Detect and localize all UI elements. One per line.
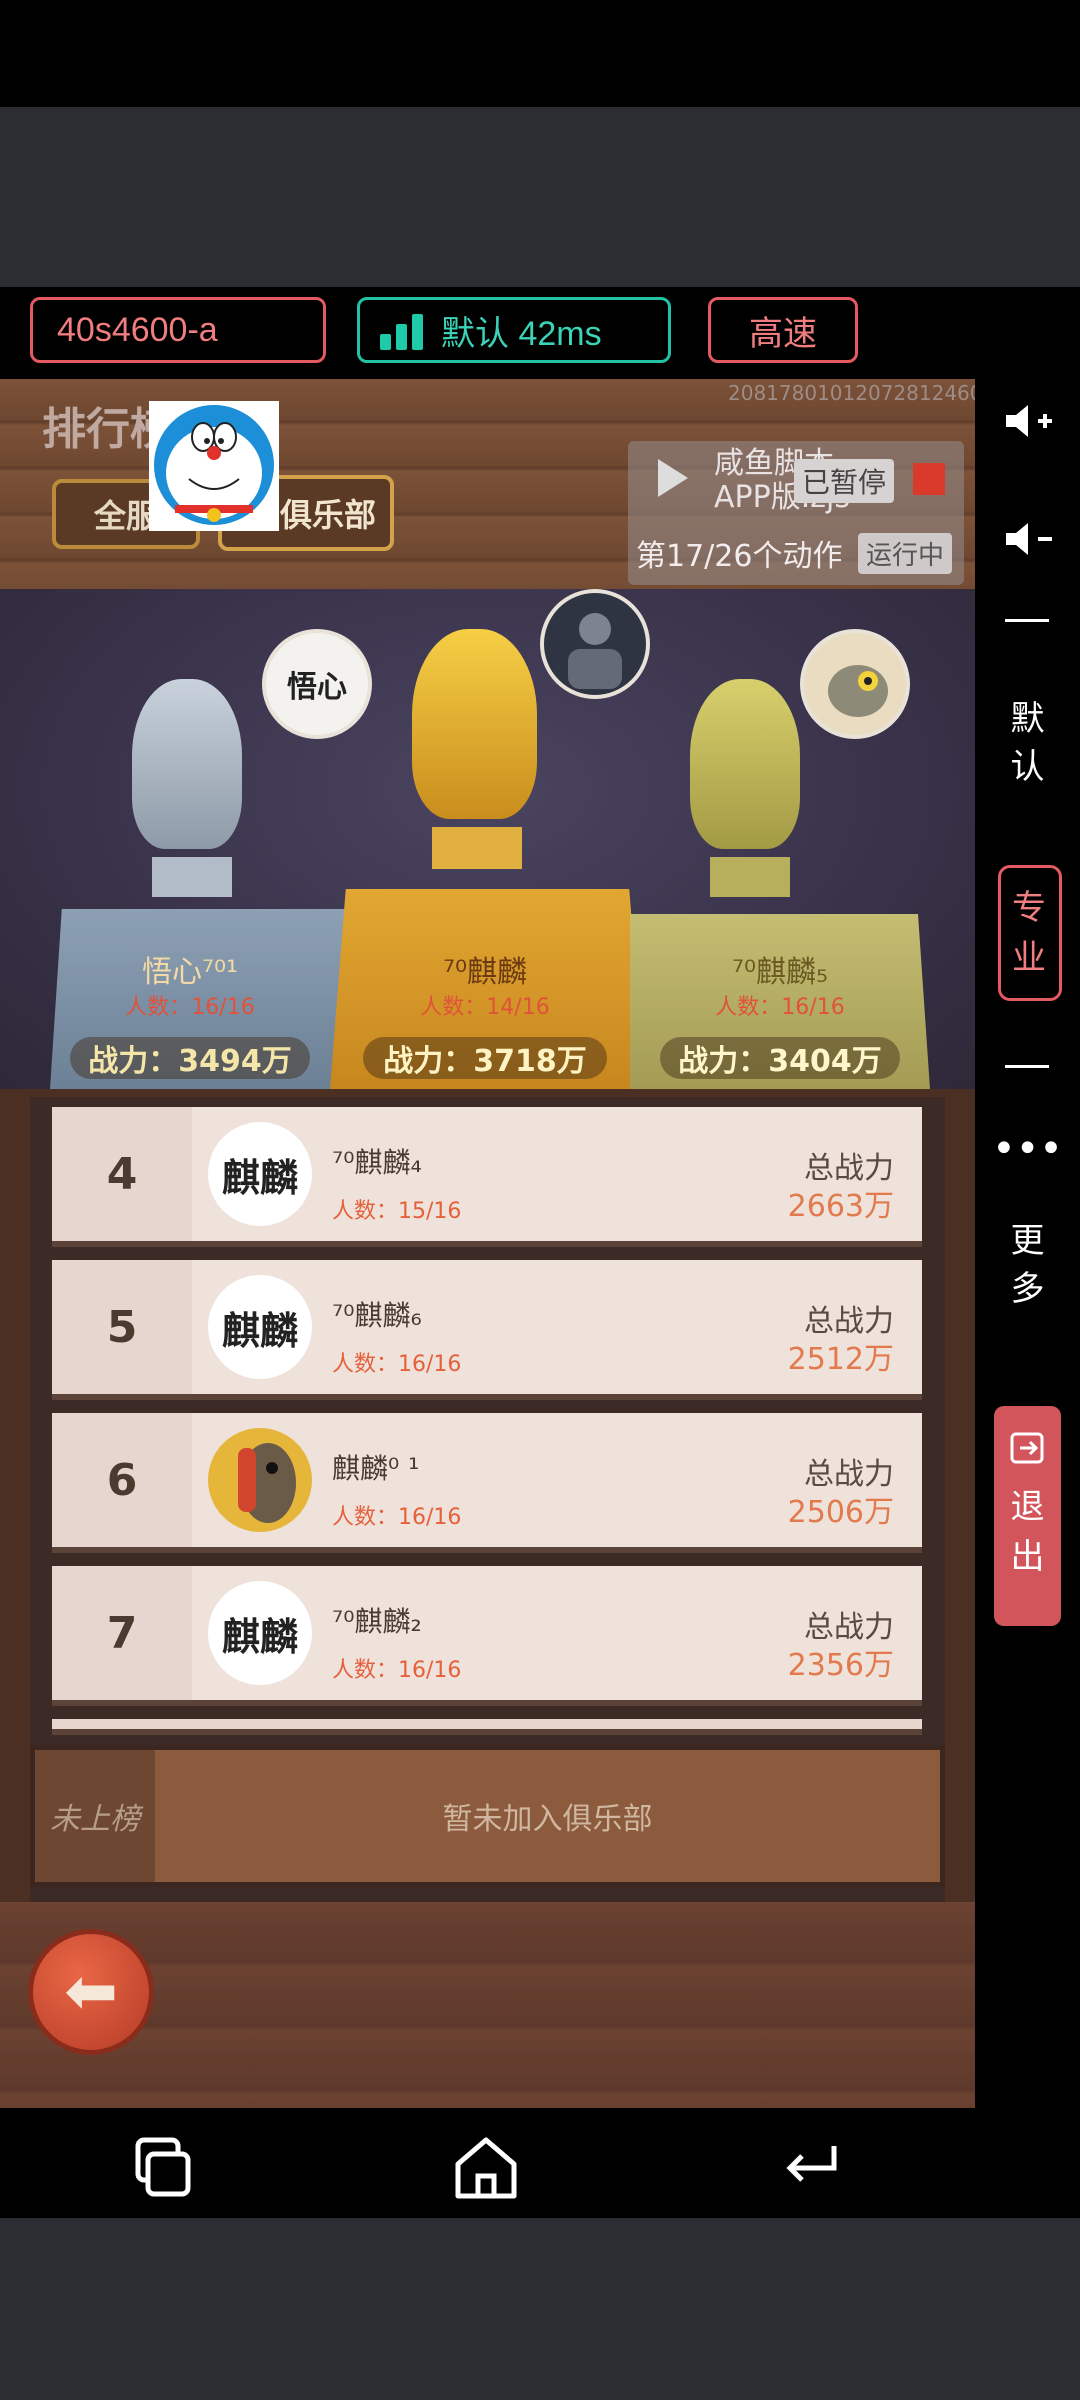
- statue-base-2: [152, 857, 232, 897]
- podium-name-2: 悟心⁷⁰¹: [141, 955, 239, 990]
- my-club-row[interactable]: 未上榜 暂未加入俱乐部: [30, 1745, 945, 1887]
- ranking-row-4[interactable]: 4 麒麟 ⁷⁰麒麟₄ 人数：15/16 总战力 2663万: [52, 1107, 922, 1247]
- silver-fish-statue: [132, 679, 242, 849]
- more-button[interactable]: 更多: [975, 1217, 1080, 1313]
- top-spacer: [0, 107, 1080, 287]
- divider: [1005, 619, 1049, 622]
- statue-base-1: [432, 827, 522, 869]
- total-power-value: 2663万: [787, 1189, 894, 1224]
- rank-number: 4: [52, 1107, 192, 1241]
- game-screen: 排行榜 20817801012072812460 全服 俱乐部 咸鱼脚本APP版…: [0, 379, 975, 2108]
- club-name: ⁷⁰麒麟₆: [332, 1299, 422, 1332]
- volume-up-button[interactable]: [975, 379, 1080, 439]
- running-badge: 运行中: [858, 533, 953, 574]
- network-button[interactable]: 默认 42ms: [357, 297, 671, 363]
- club-avatar[interactable]: [208, 1428, 312, 1532]
- recent-apps-icon: [135, 2137, 191, 2197]
- control-toolbar: 40s4600-a 默认 42ms 高速: [0, 287, 1080, 379]
- control-side-panel: 默认 专业 ••• 更多 退出: [975, 379, 1080, 2108]
- script-overlay: 咸鱼脚本APP版.zjs 已暂停 第17/26个动作 运行中: [628, 441, 964, 585]
- club-avatar[interactable]: 麒麟: [208, 1581, 312, 1685]
- play-icon[interactable]: [658, 459, 688, 497]
- podium-power-2: 战力：3494万: [70, 1037, 310, 1079]
- unranked-label: 未上榜: [35, 1750, 155, 1882]
- volume-down-icon: [1005, 523, 1052, 555]
- back-arrow-button[interactable]: ⬅: [28, 1929, 154, 2055]
- volume-up-icon: [1005, 405, 1052, 437]
- ranking-row-6[interactable]: 6 麒麟⁰ ¹ 人数：16/16 总战力 2506万: [52, 1413, 922, 1553]
- rank-number: 6: [52, 1413, 192, 1547]
- network-label: 默认 42ms: [441, 314, 602, 353]
- navigation-bar: [0, 2108, 1080, 2218]
- device-button[interactable]: 40s4600-a: [30, 297, 326, 363]
- club-name: ⁷⁰麒麟₂: [332, 1605, 422, 1638]
- stop-icon[interactable]: [913, 463, 945, 495]
- no-club-text: 暂未加入俱乐部: [442, 1802, 653, 1837]
- recent-apps-button[interactable]: [122, 2128, 202, 2208]
- signal-icon: [380, 310, 423, 350]
- statue-base-3: [710, 857, 790, 897]
- podium-count-1: 人数：14/16: [420, 995, 550, 1020]
- fish-avatar-icon: [238, 1443, 296, 1523]
- total-power-value: 2356万: [787, 1648, 894, 1683]
- podium-power-3: 战力：3404万: [660, 1037, 900, 1079]
- podium-count-2: 人数：16/16: [125, 995, 255, 1020]
- club-avatar[interactable]: 麒麟: [208, 1275, 312, 1379]
- default-mode-button[interactable]: 默认: [975, 695, 1080, 791]
- back-icon: [786, 2146, 837, 2182]
- more-label: 更多: [1010, 1221, 1045, 1309]
- podium-name-3: ⁷⁰麒麟₅: [731, 955, 829, 990]
- total-power-value: 2506万: [787, 1495, 894, 1530]
- fish-avatar-icon: [828, 665, 888, 717]
- back-button[interactable]: [772, 2128, 852, 2208]
- version-text: 20817801012072812460: [728, 381, 975, 405]
- person-photo-icon: [568, 613, 622, 689]
- podium-avatar-1[interactable]: [540, 589, 650, 699]
- member-count: 人数：16/16: [332, 1505, 462, 1530]
- ranking-row-7[interactable]: 7 麒麟 ⁷⁰麒麟₂ 人数：16/16 总战力 2356万: [52, 1566, 922, 1706]
- doraemon-avatar[interactable]: [149, 401, 279, 531]
- podium-name-1: ⁷⁰麒麟: [442, 955, 528, 990]
- member-count: 人数：16/16: [332, 1658, 462, 1683]
- status-bar: [0, 0, 1080, 107]
- bottom-spacer: [0, 2218, 1080, 2400]
- exit-label: 退出: [1010, 1487, 1045, 1577]
- podium-avatar-2[interactable]: 悟心: [262, 629, 372, 739]
- rank-number: 7: [52, 1566, 192, 1700]
- member-count: 人数：16/16: [332, 1352, 462, 1377]
- total-power-value: 2512万: [787, 1342, 894, 1377]
- back-arrow-icon: ⬅: [64, 1955, 118, 2029]
- volume-down-button[interactable]: [975, 497, 1080, 557]
- ranking-row-partial: [52, 1719, 922, 1735]
- speed-button[interactable]: 高速: [708, 297, 858, 363]
- gold-fish-statue: [412, 629, 537, 819]
- script-progress: 第17/26个动作: [636, 539, 843, 574]
- rank-number: 5: [52, 1260, 192, 1394]
- default-mode-label: 默认: [1010, 699, 1045, 787]
- exit-icon: [1010, 1432, 1043, 1464]
- ranking-row-5[interactable]: 5 麒麟 ⁷⁰麒麟₆ 人数：16/16 总战力 2512万: [52, 1260, 922, 1400]
- home-button[interactable]: [446, 2128, 526, 2208]
- bronze-fish-statue: [690, 679, 800, 849]
- divider: [1005, 1065, 1049, 1068]
- pro-mode-label: 专业: [1012, 888, 1046, 978]
- podium-area: 悟心 悟心⁷⁰¹ 人数：16/16 战力：3494万 ⁷⁰麒麟 人数：14/16…: [0, 589, 975, 1089]
- device-label: 40s4600-a: [57, 310, 218, 349]
- member-count: 人数：15/16: [332, 1199, 462, 1224]
- more-dots-icon[interactable]: •••: [975, 1129, 1080, 1169]
- doraemon-icon: [154, 405, 274, 525]
- club-name: 麒麟⁰ ¹: [332, 1452, 420, 1485]
- club-avatar[interactable]: 麒麟: [208, 1122, 312, 1226]
- home-icon: [455, 2137, 517, 2199]
- podium-count-3: 人数：16/16: [715, 995, 845, 1020]
- pro-mode-button[interactable]: 专业: [998, 865, 1062, 1001]
- speed-label: 高速: [749, 314, 817, 353]
- podium-avatar-3[interactable]: [800, 629, 910, 739]
- podium-power-1: 战力：3718万: [363, 1037, 607, 1079]
- club-name: ⁷⁰麒麟₄: [332, 1146, 422, 1179]
- paused-badge: 已暂停: [794, 459, 895, 503]
- exit-button[interactable]: 退出: [994, 1406, 1061, 1626]
